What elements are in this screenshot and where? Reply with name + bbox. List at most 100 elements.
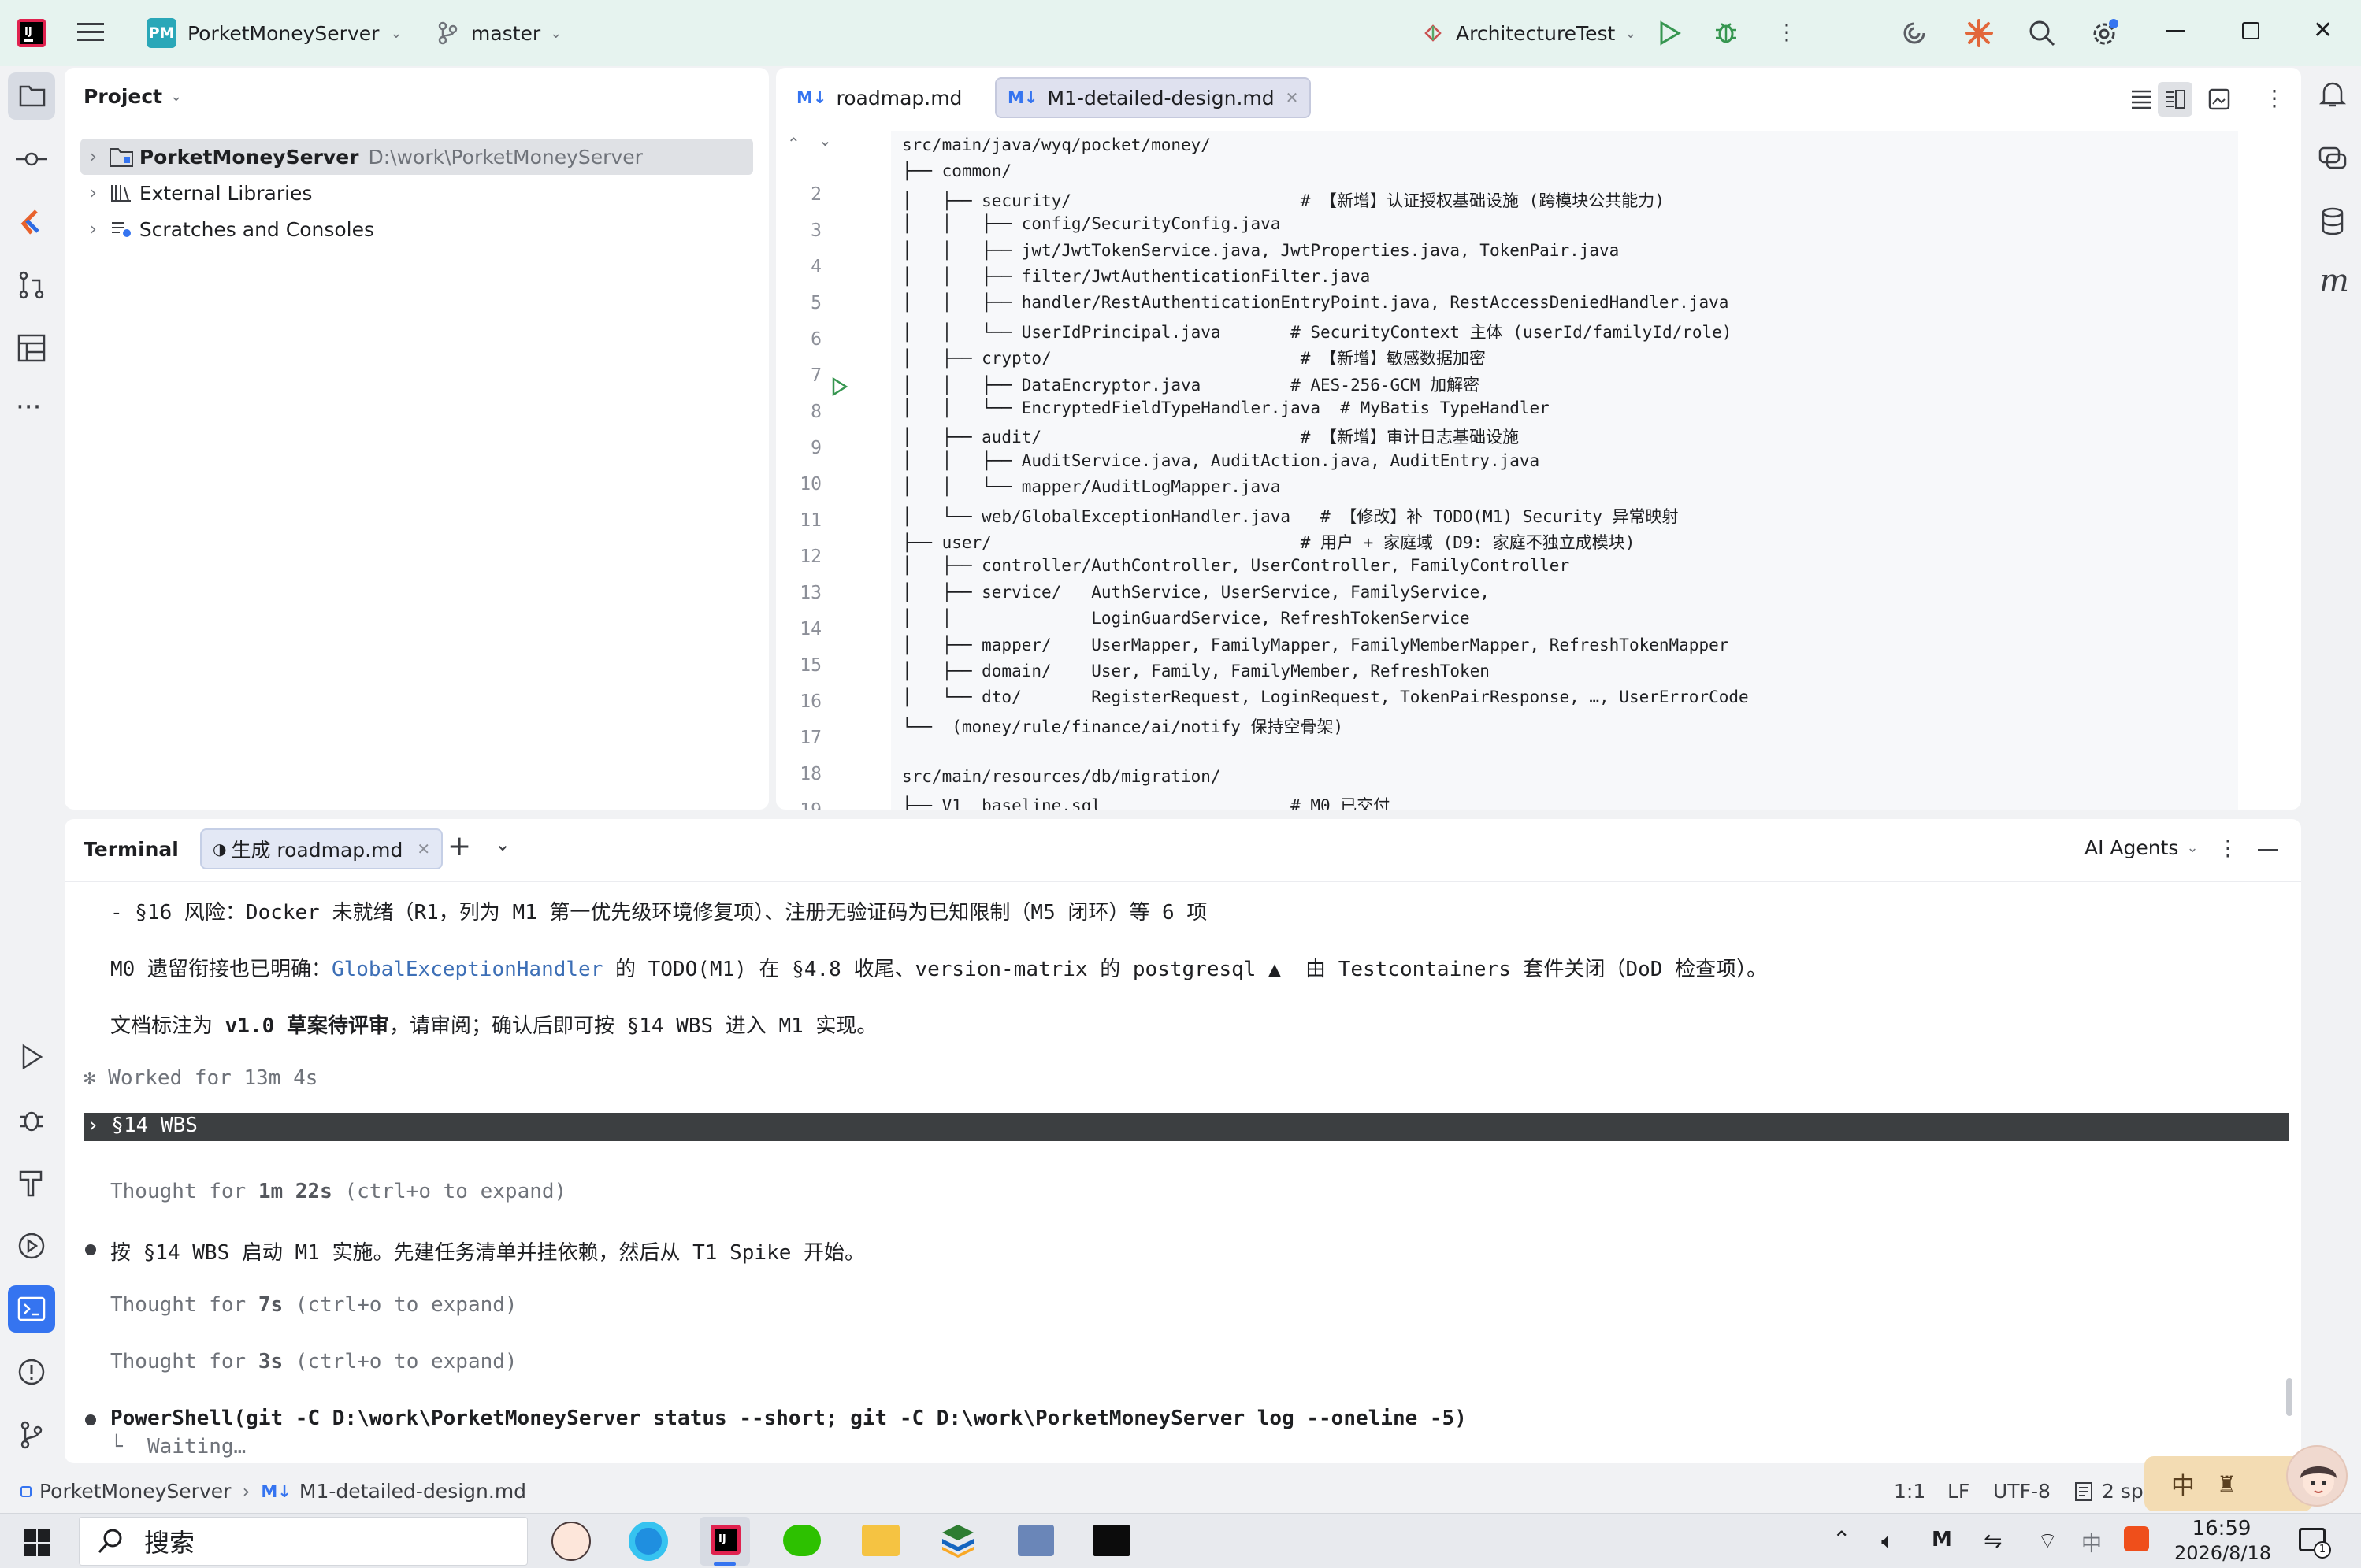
editor-only-view-icon[interactable] xyxy=(2129,88,2153,110)
tray-app-icon[interactable]: M xyxy=(1932,1528,1952,1551)
project-tool-icon[interactable] xyxy=(8,72,55,120)
more-vertical-icon[interactable]: ⋮ xyxy=(2263,85,2285,111)
taskbar-search-box[interactable]: 搜索 xyxy=(79,1517,528,1566)
chevron-down-icon: ⌄ xyxy=(1624,24,1637,42)
terminal-scrollbar-thumb[interactable] xyxy=(2286,1378,2292,1416)
run-gutter-icon[interactable] xyxy=(831,377,848,396)
build-hammer-icon[interactable] xyxy=(16,1167,47,1199)
project-panel-header[interactable]: Project ⌄ xyxy=(84,85,182,108)
code-line: src/main/resources/db/migration/ xyxy=(902,766,1221,786)
more-tools-icon[interactable]: ··· xyxy=(16,394,47,427)
notification-center-icon[interactable]: 1 xyxy=(2299,1528,2331,1559)
tab-m1-detailed-design[interactable]: M↓ M1-detailed-design.md ✕ xyxy=(995,77,1312,118)
terminal-link[interactable]: GlobalExceptionHandler xyxy=(332,958,603,981)
claude-sparkle-icon[interactable] xyxy=(1963,17,1995,49)
notifications-bell-icon[interactable] xyxy=(2318,79,2348,109)
prompt-history-bar[interactable]: › §14 WBS xyxy=(84,1113,2289,1141)
indent-setting[interactable]: 2 sp xyxy=(2073,1480,2144,1503)
tray-volume-icon[interactable]: 🔈︎ xyxy=(1881,1528,1895,1555)
coding-plugin-icon[interactable] xyxy=(16,206,47,238)
main-menu-icon[interactable] xyxy=(77,20,104,44)
search-icon[interactable] xyxy=(2028,19,2056,47)
taskbar-app-layers-icon[interactable] xyxy=(939,1522,977,1559)
tray-network-icon[interactable]: ⌔ xyxy=(2037,1528,2058,1555)
close-tab-icon[interactable]: ✕ xyxy=(417,840,430,858)
line-separator[interactable]: LF xyxy=(1947,1480,1969,1503)
breadcrumb-file[interactable]: M1-detailed-design.md xyxy=(299,1480,526,1503)
terminal-tool-icon[interactable] xyxy=(8,1285,55,1333)
close-tab-icon[interactable]: ✕ xyxy=(1286,88,1299,107)
breadcrumb-project[interactable]: PorketMoneyServer xyxy=(39,1480,231,1503)
services-icon[interactable] xyxy=(16,1230,47,1262)
code-line: │ ├── domain/ User, Family, FamilyMember… xyxy=(902,662,1490,680)
minimize-window-icon[interactable] xyxy=(2166,30,2185,32)
thought-line[interactable]: Thought for 3s (ctrl+o to expand) xyxy=(110,1350,518,1373)
branch-name: master xyxy=(471,21,541,45)
title-bar: IJ PM PorketMoneyServer ⌄ master ⌄ Archi… xyxy=(0,0,2361,66)
taskbar-app-avatar-icon[interactable] xyxy=(551,1522,591,1561)
run-config-selector[interactable]: ArchitectureTest ⌄ xyxy=(1421,17,1636,49)
avatar[interactable] xyxy=(2286,1445,2348,1507)
ai-assistant-icon[interactable] xyxy=(1900,19,1929,47)
code-line: │ └── dto/ RegisterRequest, LoginRequest… xyxy=(902,688,1749,707)
problems-icon[interactable] xyxy=(16,1356,47,1388)
taskbar-app-file-explorer-icon[interactable] xyxy=(862,1525,900,1556)
git-tool-icon[interactable] xyxy=(16,1419,47,1451)
intellij-logo-icon[interactable]: IJ xyxy=(17,19,46,47)
terminal-session-tab[interactable]: ◑ 生成 roadmap.md ✕ xyxy=(200,828,444,869)
taskbar-app-edge-icon[interactable] xyxy=(629,1522,668,1561)
thought-line[interactable]: Thought for 1m 22s (ctrl+o to expand) xyxy=(110,1180,566,1203)
taskbar-app-remote-desktop-icon[interactable] xyxy=(1018,1525,1054,1556)
preview-only-icon[interactable] xyxy=(2208,88,2230,110)
ai-agents-dropdown[interactable]: AI Agents ⌄ xyxy=(2084,836,2199,859)
more-vertical-icon[interactable]: ⋮ xyxy=(2217,835,2239,861)
terminal-output[interactable]: - §16 风险：Docker 未就绪（R1，列为 M1 第一优先级环境修复项）… xyxy=(65,882,2301,1463)
run-tool-icon[interactable] xyxy=(16,1041,47,1073)
settings-gear-icon[interactable] xyxy=(2089,17,2121,49)
tree-item-scratches[interactable]: › Scratches and Consoles xyxy=(80,211,753,247)
windows-start-icon[interactable] xyxy=(24,1529,50,1556)
ai-chat-icon[interactable] xyxy=(2318,143,2348,173)
tray-overflow-chevron-icon[interactable]: ⌃ xyxy=(1832,1526,1851,1552)
markdown-icon: M↓ xyxy=(261,1481,291,1501)
hide-panel-icon[interactable] xyxy=(2258,849,2278,851)
line-number: 15 xyxy=(800,655,822,676)
caret-position[interactable]: 1:1 xyxy=(1894,1480,1925,1503)
editor-scrollbar[interactable] xyxy=(2265,131,2274,810)
code-area[interactable]: src/main/java/wyq/pocket/money/ ├── commo… xyxy=(891,131,2238,810)
taskbar-app-wechat-icon[interactable] xyxy=(783,1525,821,1556)
commit-icon[interactable] xyxy=(16,143,47,175)
tree-item-external-libraries[interactable]: › External Libraries xyxy=(80,175,753,211)
tab-roadmap[interactable]: M↓ roadmap.md xyxy=(785,77,973,118)
project-switcher[interactable]: PM PorketMoneyServer ⌄ xyxy=(147,17,403,49)
run-icon[interactable] xyxy=(1658,20,1681,46)
maven-icon[interactable]: m xyxy=(2319,263,2349,299)
tray-sogou-icon[interactable] xyxy=(2124,1526,2149,1551)
tab-label: M1-detailed-design.md xyxy=(1047,86,1275,109)
taskbar-app-terminal-icon[interactable] xyxy=(1093,1525,1130,1556)
database-icon[interactable] xyxy=(2318,206,2348,236)
tray-ime-icon[interactable]: 中 xyxy=(2081,1528,2102,1557)
taskbar-clock[interactable]: 16:59 2026/8/18 xyxy=(2174,1517,2271,1564)
taskbar-app-intellij-icon[interactable]: IJ xyxy=(700,1517,750,1566)
new-terminal-plus-icon[interactable]: + xyxy=(447,830,471,862)
fold-up-icon[interactable]: ⌃ xyxy=(787,134,800,153)
chevron-right-icon: › xyxy=(90,183,97,203)
scratches-icon xyxy=(111,222,131,237)
pull-requests-icon[interactable] xyxy=(16,269,47,301)
structure-icon[interactable] xyxy=(16,332,47,364)
restore-window-icon[interactable] xyxy=(2242,22,2259,39)
branch-switcher[interactable]: master ⌄ xyxy=(436,17,562,49)
close-window-icon[interactable]: ✕ xyxy=(2313,19,2333,43)
fold-down-icon[interactable]: ⌄ xyxy=(819,131,832,150)
more-vertical-icon[interactable]: ⋮ xyxy=(1776,20,1798,44)
debug-tool-icon[interactable] xyxy=(16,1104,47,1136)
tray-settings-icon[interactable]: ⇋ xyxy=(1984,1528,2002,1554)
terminal-text: 的 TODO(M1) 在 §4.8 收尾、version-matrix 的 po… xyxy=(603,958,1768,981)
file-encoding[interactable]: UTF-8 xyxy=(1993,1480,2051,1503)
terminal-sessions-chevron-icon[interactable]: ⌄ xyxy=(495,833,510,855)
tree-item-project-root[interactable]: › PorketMoneyServer D:\work\PorketMoneyS… xyxy=(80,139,753,175)
debug-icon[interactable] xyxy=(1713,19,1739,46)
thought-line[interactable]: Thought for 7s (ctrl+o to expand) xyxy=(110,1293,518,1317)
split-view-icon[interactable] xyxy=(2158,82,2192,117)
